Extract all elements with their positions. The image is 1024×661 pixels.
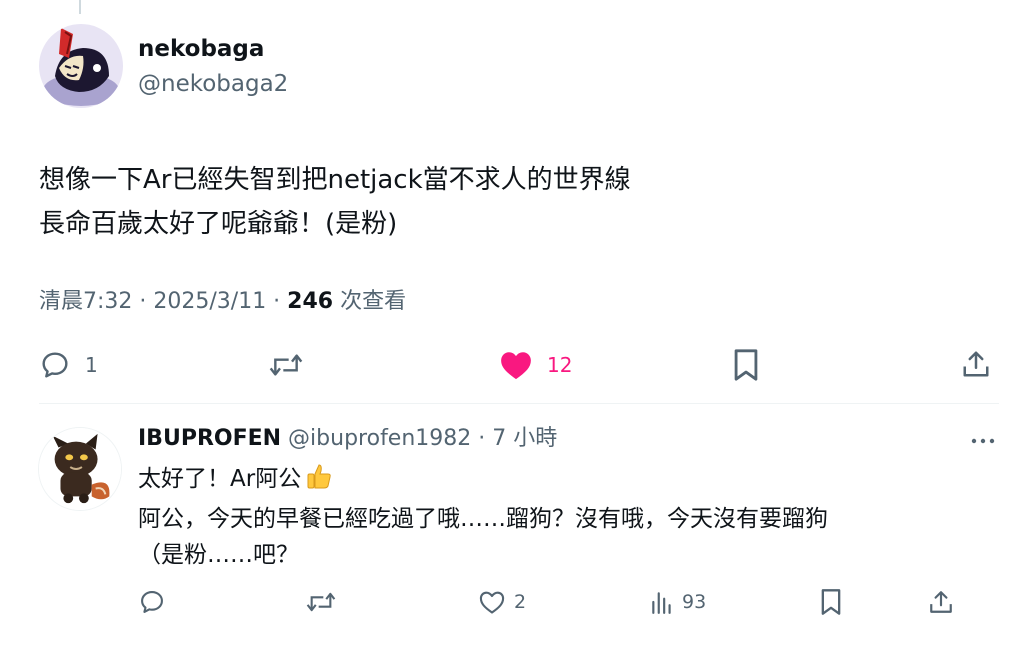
retweet-action[interactable]	[268, 349, 304, 381]
reply-author-name[interactable]: IBUPROFEN	[138, 426, 281, 451]
reply-retweet-action[interactable]	[305, 588, 337, 616]
author-handle[interactable]: @nekobaga2	[138, 70, 288, 98]
reply-header: IBUPROFEN @ibuprofen1982 · 7 小時	[138, 424, 557, 454]
view-count: 246	[287, 289, 334, 314]
analytics-bars-icon	[652, 592, 671, 614]
reply-text-line-2: 阿公，今天的早餐已經吃過了哦……蹓狗？沒有哦，今天沒有要蹓狗	[138, 506, 828, 532]
like-count: 12	[547, 353, 573, 377]
reply-text-line-1: 太好了！Ar阿公	[138, 461, 998, 501]
tweet-body: 想像一下Ar已經失智到把netjack當不求人的世界線 長命百歲太好了呢爺爺！(…	[39, 158, 999, 246]
reply-icon	[141, 591, 163, 613]
like-action[interactable]: 12	[499, 349, 572, 381]
reply-share-action[interactable]	[928, 588, 954, 616]
tweet-text-line: 想像一下Ar已經失智到把netjack當不求人的世界線	[39, 165, 631, 195]
bookmark-icon	[821, 589, 841, 615]
reply-view-count: 93	[682, 591, 707, 613]
more-dots-icon	[971, 438, 995, 444]
retweet-icon	[269, 354, 303, 376]
tweet-divider	[39, 403, 999, 404]
reply-body: 太好了！Ar阿公 阿公，今天的早餐已經吃過了哦……蹓狗？沒有哦，今天沒有要蹓狗 …	[138, 461, 998, 573]
tweet-metadata: 清晨7:32 · 2025/3/11 · 246 次查看	[39, 287, 406, 317]
reply-reply-action[interactable]	[138, 588, 166, 616]
view-count-label: 次查看	[333, 289, 407, 314]
reply-icon	[42, 352, 68, 378]
reply-action[interactable]: 1	[39, 349, 98, 381]
heart-outline-icon	[479, 591, 505, 614]
reply-author-handle-time[interactable]: @ibuprofen1982 · 7 小時	[281, 426, 557, 451]
reply-text-line-3: （是粉……吧？	[138, 542, 299, 568]
reply-text-span: 太好了！Ar阿公	[138, 466, 302, 492]
author-avatar[interactable]	[39, 24, 123, 108]
reply-views-action[interactable]: 93	[650, 589, 706, 615]
avatar-image	[39, 428, 121, 510]
reply-bookmark-action[interactable]	[820, 588, 842, 616]
author-display-name[interactable]: nekobaga	[138, 34, 264, 64]
share-action[interactable]	[961, 348, 991, 380]
thumbs-up-emoji-icon	[305, 462, 333, 501]
bookmark-action[interactable]	[733, 348, 759, 382]
thread-connector-line	[79, 0, 81, 14]
tweet-text-line: 長命百歲太好了呢爺爺！(是粉)	[39, 209, 398, 239]
reply-author-avatar[interactable]	[38, 427, 122, 511]
avatar-image	[39, 24, 123, 108]
share-icon	[963, 351, 989, 377]
tweet-timestamp[interactable]: 清晨7:32 · 2025/3/11 ·	[39, 289, 287, 314]
heart-filled-icon	[501, 352, 531, 380]
reply-like-action[interactable]: 2	[478, 588, 526, 616]
retweet-icon	[306, 592, 336, 612]
more-options-button[interactable]	[970, 430, 996, 449]
share-icon	[930, 591, 952, 613]
reply-count: 1	[85, 353, 98, 377]
reply-like-count: 2	[514, 591, 527, 613]
bookmark-icon	[734, 349, 758, 381]
